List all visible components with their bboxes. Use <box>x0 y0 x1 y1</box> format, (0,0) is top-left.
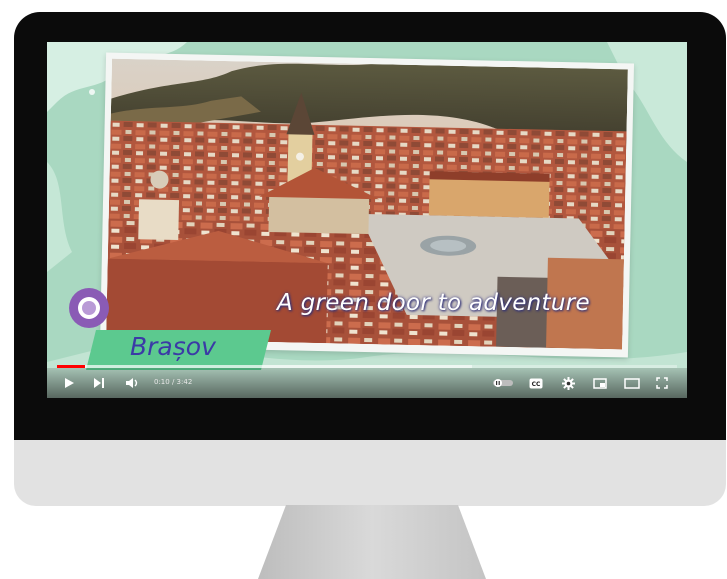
player-controls: 0:10 / 3:42 CC <box>47 368 687 398</box>
monitor-chin <box>14 440 726 506</box>
fullscreen-icon <box>656 377 668 389</box>
play-button[interactable] <box>61 374 77 392</box>
time-separator: / <box>169 378 177 386</box>
video-player[interactable]: A green door to adventure Brașov 0:10 / … <box>47 42 687 398</box>
captions-button[interactable]: CC <box>527 374 545 392</box>
video-tagline: A green door to adventure <box>277 290 590 316</box>
captions-label: CC <box>532 381 541 388</box>
settings-button[interactable] <box>559 374 577 392</box>
location-pin-icon <box>69 288 109 328</box>
volume-icon <box>126 378 138 388</box>
monitor-stand <box>258 505 486 579</box>
settings-gear-icon <box>561 376 575 390</box>
theater-mode-button[interactable] <box>623 374 641 392</box>
theater-mode-icon <box>624 377 640 389</box>
time-display: 0:10 / 3:42 <box>154 378 192 386</box>
autoplay-toggle-icon <box>493 379 513 387</box>
miniplayer-button[interactable] <box>591 374 609 392</box>
time-current: 0:10 <box>154 378 170 386</box>
city-name: Brașov <box>130 332 216 361</box>
time-total: 3:42 <box>176 378 193 386</box>
captions-icon: CC <box>529 378 543 388</box>
volume-button[interactable] <box>123 374 141 392</box>
next-icon <box>94 378 104 388</box>
next-button[interactable] <box>91 374 107 392</box>
fullscreen-button[interactable] <box>653 374 671 392</box>
autoplay-toggle[interactable] <box>491 374 515 392</box>
play-icon <box>65 378 74 388</box>
miniplayer-icon <box>593 377 607 389</box>
